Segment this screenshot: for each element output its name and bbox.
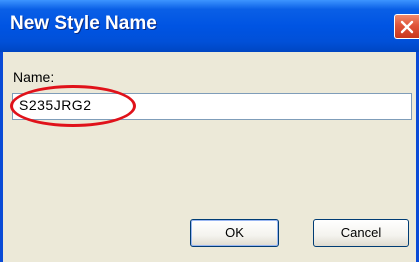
cancel-button[interactable]: Cancel	[313, 219, 409, 247]
name-label: Name:	[13, 69, 55, 85]
new-style-name-dialog: New Style Name Name: S235JRG2 OK Cancel	[0, 0, 419, 262]
dialog-title: New Style Name	[10, 13, 157, 34]
name-input[interactable]: S235JRG2	[12, 93, 412, 120]
title-bar[interactable]: New Style Name	[0, 0, 419, 52]
ok-button[interactable]: OK	[190, 219, 279, 247]
window-frame-left	[0, 52, 3, 262]
close-icon	[400, 20, 414, 34]
close-button[interactable]	[394, 14, 419, 39]
